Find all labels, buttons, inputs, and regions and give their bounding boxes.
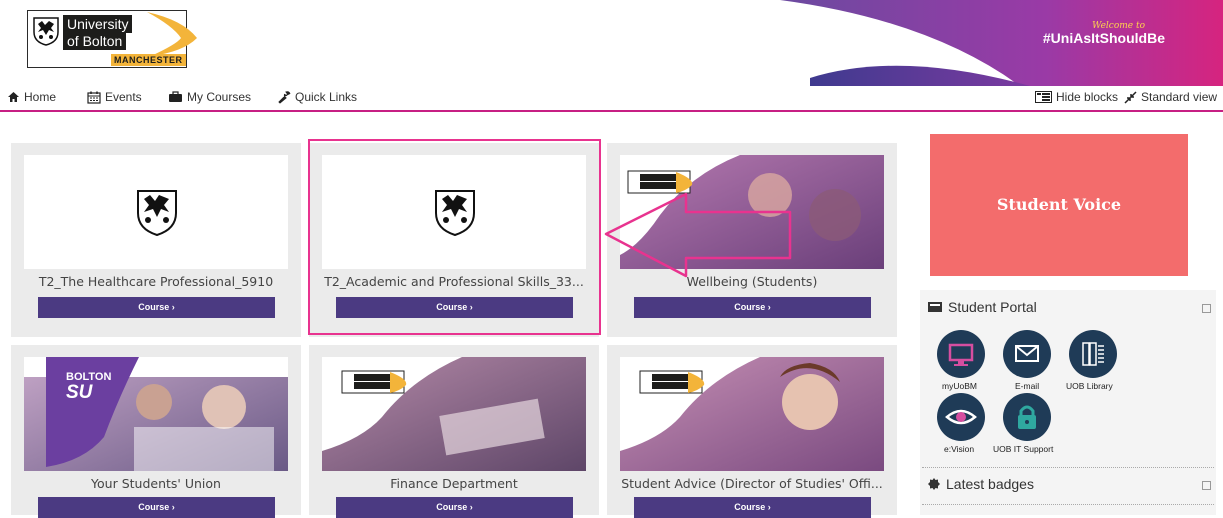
it-support-link[interactable] [1003, 393, 1051, 441]
student-portal-label: Student Portal [948, 299, 1037, 315]
minimize-icon[interactable] [1202, 304, 1211, 313]
lock-icon [1018, 405, 1036, 429]
library-icon [1082, 342, 1104, 366]
block-divider [922, 504, 1214, 505]
library-label[interactable]: UOB Library [1066, 381, 1113, 391]
hide-blocks-icon [1035, 91, 1052, 103]
email-label[interactable]: E-mail [1015, 381, 1039, 391]
myuobm-label[interactable]: myUoBM [942, 381, 977, 391]
course-card[interactable]: BOLTON SU Your Students' Union Course › [11, 345, 301, 518]
course-card[interactable]: Finance Department Course › [309, 345, 599, 518]
main-nav: Home Events My Courses Quick Links Hide … [0, 86, 1223, 112]
calendar-icon [87, 91, 101, 104]
minimize-icon[interactable] [1202, 481, 1211, 490]
hashtag-text: #UniAsItShouldBe [1042, 30, 1165, 46]
evision-label[interactable]: e:Vision [944, 444, 974, 454]
swoosh-icon [147, 12, 197, 56]
standard-view-button[interactable]: Standard view [1124, 90, 1217, 104]
student-advice-photo [620, 357, 884, 471]
course-title[interactable]: Finance Department [315, 476, 593, 491]
latest-badges-label: Latest badges [946, 476, 1034, 492]
course-image: BOLTON SU [24, 357, 288, 471]
latest-badges-title: Latest badges [928, 476, 1034, 492]
myuobm-link[interactable] [937, 330, 985, 378]
nav-my-courses[interactable]: My Courses [168, 90, 251, 104]
su-overlay-su: SU [66, 382, 93, 403]
highlight-box [308, 139, 601, 335]
course-card[interactable]: T2_The Healthcare Professional_5910 Cour… [11, 143, 301, 337]
badge-icon [928, 478, 940, 490]
standard-view-label: Standard view [1141, 90, 1218, 104]
logo-line-1: University [63, 15, 133, 33]
students-union-photo [24, 357, 288, 471]
nav-my-courses-label: My Courses [187, 90, 252, 104]
block-divider [922, 467, 1214, 468]
course-title[interactable]: Student Advice (Director of Studies' Off… [613, 476, 891, 491]
course-title[interactable]: Your Students' Union [17, 476, 295, 491]
course-image [24, 155, 288, 269]
crest-icon [137, 190, 177, 237]
monitor-icon [948, 343, 974, 366]
logo-line-2: of Bolton [63, 32, 127, 50]
course-image [322, 357, 586, 471]
envelope-icon [1015, 345, 1039, 362]
student-voice-tile[interactable]: Student Voice [930, 134, 1188, 276]
email-link[interactable] [1003, 330, 1051, 378]
nav-home-label: Home [24, 90, 57, 104]
hide-blocks-label: Hide blocks [1056, 90, 1119, 104]
logo-city: MANCHESTER [111, 54, 186, 66]
it-support-label[interactable]: UOB IT Support [993, 444, 1053, 454]
course-title[interactable]: T2_The Healthcare Professional_5910 [17, 274, 295, 289]
university-logo[interactable]: University of Bolton MANCHESTER [27, 10, 197, 68]
hide-blocks-button[interactable]: Hide blocks [1035, 90, 1118, 104]
nav-quick-links[interactable]: Quick Links [278, 90, 357, 104]
nav-quick-links-label: Quick Links [295, 90, 358, 104]
collapse-arrows-icon [1124, 90, 1137, 104]
course-button[interactable]: Course › [38, 297, 275, 318]
eye-icon [945, 409, 977, 425]
nav-events-label: Events [105, 90, 142, 104]
student-portal-title: Student Portal [928, 299, 1037, 315]
course-card[interactable]: Student Advice (Director of Studies' Off… [607, 345, 897, 518]
course-button[interactable]: Course › [634, 297, 871, 318]
library-link[interactable] [1069, 330, 1117, 378]
site-header: University of Bolton MANCHESTER Welcome … [0, 0, 1223, 86]
evision-link[interactable] [937, 393, 985, 441]
crest-icon [33, 17, 59, 46]
home-icon [8, 92, 19, 102]
nav-home[interactable]: Home [7, 90, 56, 104]
portal-block-icon [928, 302, 942, 312]
wrench-icon [278, 90, 291, 104]
annotation-arrow [604, 192, 792, 278]
finance-photo [322, 357, 586, 471]
briefcase-icon [169, 91, 182, 102]
nav-events[interactable]: Events [87, 90, 142, 104]
course-image [620, 357, 884, 471]
